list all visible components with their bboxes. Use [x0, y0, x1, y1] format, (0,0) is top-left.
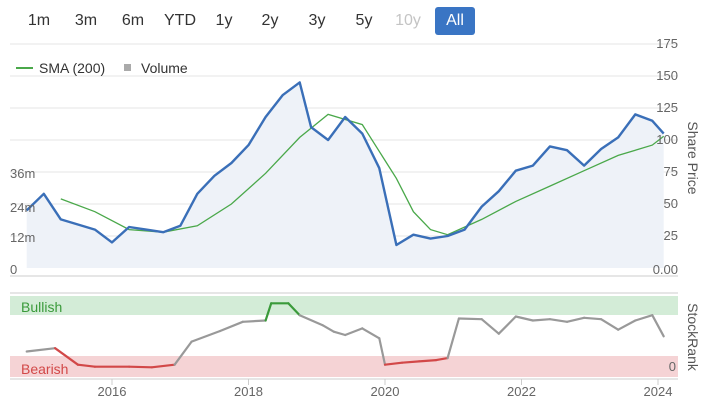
stockrank-segment — [617, 319, 637, 331]
stockrank-segment — [25, 347, 57, 353]
stockrank-segment — [497, 315, 517, 335]
stockrank-segment — [480, 318, 500, 335]
stockrank-segment — [219, 320, 244, 333]
price-tick: 175 — [656, 36, 678, 51]
volume-tick: 0 — [10, 262, 17, 277]
price-tick: 150 — [656, 68, 678, 83]
stockrank-segment — [401, 360, 421, 364]
stockrank-segment — [190, 329, 222, 343]
price-area — [26, 82, 664, 269]
stockrank-segment — [599, 318, 620, 331]
price-tick: 25 — [664, 228, 678, 243]
stockrank-segment — [457, 317, 483, 321]
stockrank-segment — [128, 365, 153, 369]
stockrank-segment — [634, 314, 654, 322]
stockrank-segment — [361, 327, 381, 340]
stockrank-segment — [298, 314, 324, 327]
stockrank-segment — [548, 318, 569, 323]
price-tick: 125 — [656, 100, 678, 115]
stockrank-segment — [582, 316, 603, 321]
stockrank-axis-title: StockRank — [685, 303, 701, 372]
stockrank-segment — [446, 317, 460, 360]
price-tick: 100 — [656, 132, 678, 147]
price-tick: 50 — [664, 196, 678, 211]
stockrank-segment — [241, 319, 267, 323]
bearish-band-label: Bearish — [21, 361, 68, 377]
stockrank-segment — [321, 324, 335, 333]
stockrank-segment — [514, 315, 535, 322]
stockrank-segment — [344, 327, 364, 337]
price-tick: 75 — [664, 164, 678, 179]
stockrank-segment — [332, 330, 347, 337]
bullish-band-label: Bullish — [21, 299, 62, 315]
x-tick-label: 2018 — [234, 384, 263, 399]
volume-tick: 24m — [10, 200, 35, 215]
stockrank-segment — [651, 314, 665, 338]
rank-tick: 0 — [669, 359, 676, 374]
stockrank-segment — [531, 318, 552, 322]
legend-sma-label[interactable]: SMA (200) — [39, 60, 105, 76]
chart-legend: SMA (200) Volume — [16, 60, 188, 76]
volume-tick: 36m — [10, 166, 35, 181]
x-tick-label: 2022 — [507, 384, 536, 399]
x-tick-label: 2024 — [644, 384, 673, 399]
x-tick-label: 2020 — [371, 384, 400, 399]
volume-legend-swatch — [124, 64, 131, 71]
share-price-axis-title: Share Price — [685, 121, 701, 194]
x-axis-ticks: 2016 2018 2020 2022 2024 — [98, 379, 673, 399]
legend-volume-label[interactable]: Volume — [141, 60, 188, 76]
stockrank-segment — [565, 316, 586, 323]
bullish-band — [10, 296, 678, 315]
x-tick-label: 2016 — [98, 384, 127, 399]
volume-tick: 12m — [10, 230, 35, 245]
stock-chart: SMA (200) Volume 175 150 125 100 75 50 2… — [10, 36, 701, 399]
stockrank-segment — [418, 359, 438, 363]
price-tick: 0.00 — [653, 262, 678, 277]
